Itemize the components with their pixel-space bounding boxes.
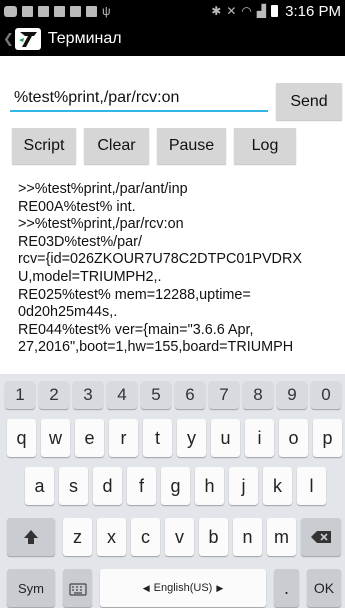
- key-b[interactable]: b: [199, 518, 228, 556]
- key-f[interactable]: f: [127, 467, 156, 505]
- log-line: U,model=TRIUMPH2,.: [18, 268, 162, 285]
- key-c[interactable]: c: [131, 518, 160, 556]
- status-time: 3:16 PM: [285, 2, 341, 20]
- log-line: RE00A%test% int.: [18, 198, 136, 215]
- log-button[interactable]: Log: [234, 128, 296, 164]
- backspace-icon: [311, 531, 331, 543]
- language-next-icon: ▶: [216, 582, 224, 593]
- key-q[interactable]: q: [7, 419, 36, 457]
- key-a[interactable]: a: [25, 467, 54, 505]
- log-line: RE044%test% ver={main="3.6.6 Apr,: [18, 321, 254, 338]
- key-z[interactable]: z: [63, 518, 92, 556]
- terminal-log[interactable]: >>%test%print,/par/ant/inp RE00A%test% i…: [18, 181, 342, 369]
- log-line: >>%test%print,/par/rcv:on: [18, 216, 184, 233]
- ok-key[interactable]: OK: [307, 569, 341, 607]
- log-line: RE03D%test%/par/: [18, 233, 142, 250]
- app-title: Терминал: [47, 30, 122, 47]
- wifi-icon: ◠: [241, 4, 252, 18]
- on-screen-keyboard: 1 2 3 4 5 6 7 8 9 0 q w e r t y u i o p …: [0, 374, 345, 608]
- key-3[interactable]: 3: [73, 381, 103, 409]
- back-chevron-icon[interactable]: ❮: [3, 31, 14, 47]
- notification-icon: [22, 5, 33, 17]
- key-7[interactable]: 7: [209, 381, 239, 409]
- key-m[interactable]: m: [267, 518, 296, 556]
- key-1[interactable]: 1: [5, 381, 35, 409]
- clear-button[interactable]: Clear: [84, 128, 149, 164]
- key-p[interactable]: p: [313, 419, 342, 457]
- space-language-label: English(US): [153, 582, 213, 594]
- key-9[interactable]: 9: [277, 381, 307, 409]
- bluetooth-icon: ✱: [211, 4, 222, 18]
- key-2[interactable]: 2: [39, 381, 69, 409]
- notification-icon: [54, 5, 65, 17]
- message-icon: [4, 5, 17, 17]
- key-8[interactable]: 8: [243, 381, 273, 409]
- key-w[interactable]: w: [41, 419, 70, 457]
- sym-key[interactable]: Sym: [7, 569, 55, 607]
- usb-icon: ψ: [102, 4, 111, 18]
- key-n[interactable]: n: [233, 518, 262, 556]
- key-4[interactable]: 4: [107, 381, 137, 409]
- send-button[interactable]: Send: [276, 83, 342, 120]
- backspace-key[interactable]: [301, 518, 341, 556]
- key-5[interactable]: 5: [141, 381, 171, 409]
- notification-icon: [38, 5, 49, 17]
- logo-mark-icon: [18, 32, 37, 47]
- mute-icon: ✕: [226, 4, 237, 18]
- space-key[interactable]: ◀ English(US) ▶: [100, 569, 266, 607]
- command-input[interactable]: [10, 86, 268, 112]
- key-l[interactable]: l: [297, 467, 326, 505]
- key-s[interactable]: s: [59, 467, 88, 505]
- status-right-icons: ✱ ✕ ◠ ▟ 3:16 PM: [211, 3, 341, 20]
- log-line: >>%test%print,/par/ant/inp: [18, 181, 188, 197]
- key-h[interactable]: h: [195, 467, 224, 505]
- keyboard-icon: [68, 583, 87, 596]
- log-line: 27,2016",boot=1,hw=155,board=TRIUMPH: [18, 339, 294, 356]
- key-v[interactable]: v: [165, 518, 194, 556]
- status-left-icons: ψ: [4, 5, 111, 17]
- key-t[interactable]: t: [143, 419, 172, 457]
- signal-icon: ▟: [256, 4, 267, 18]
- shift-key[interactable]: [7, 518, 55, 556]
- key-y[interactable]: y: [177, 419, 206, 457]
- script-button[interactable]: Script: [12, 128, 76, 164]
- pause-button[interactable]: Pause: [157, 128, 226, 164]
- key-d[interactable]: d: [93, 467, 122, 505]
- key-r[interactable]: r: [109, 419, 138, 457]
- log-line: 0d20h25m44s,.: [18, 304, 118, 321]
- log-line: rcv={id=026ZKOUR7U78C2DTPC01PVDRX: [18, 251, 302, 268]
- app-logo-icon[interactable]: [14, 28, 41, 50]
- status-bar: ψ ✱ ✕ ◠ ▟ 3:16 PM: [0, 0, 345, 22]
- key-x[interactable]: x: [97, 518, 126, 556]
- key-i[interactable]: i: [245, 419, 274, 457]
- notification-icon: [86, 5, 97, 17]
- key-g[interactable]: g: [161, 467, 190, 505]
- keyboard-settings-key[interactable]: [63, 569, 92, 607]
- action-bar: ❮ Терминал: [0, 22, 345, 56]
- key-0[interactable]: 0: [311, 381, 341, 409]
- key-u[interactable]: u: [211, 419, 240, 457]
- key-j[interactable]: j: [229, 467, 258, 505]
- period-key[interactable]: .: [274, 569, 299, 607]
- shift-arrow-icon: [24, 530, 38, 544]
- key-k[interactable]: k: [263, 467, 292, 505]
- key-e[interactable]: e: [75, 419, 104, 457]
- key-o[interactable]: o: [279, 419, 308, 457]
- battery-icon: [271, 5, 279, 17]
- log-line: RE025%test% mem=12288,uptime=: [18, 286, 251, 303]
- language-prev-icon: ◀: [142, 582, 150, 593]
- key-6[interactable]: 6: [175, 381, 205, 409]
- notification-icon: [70, 5, 81, 17]
